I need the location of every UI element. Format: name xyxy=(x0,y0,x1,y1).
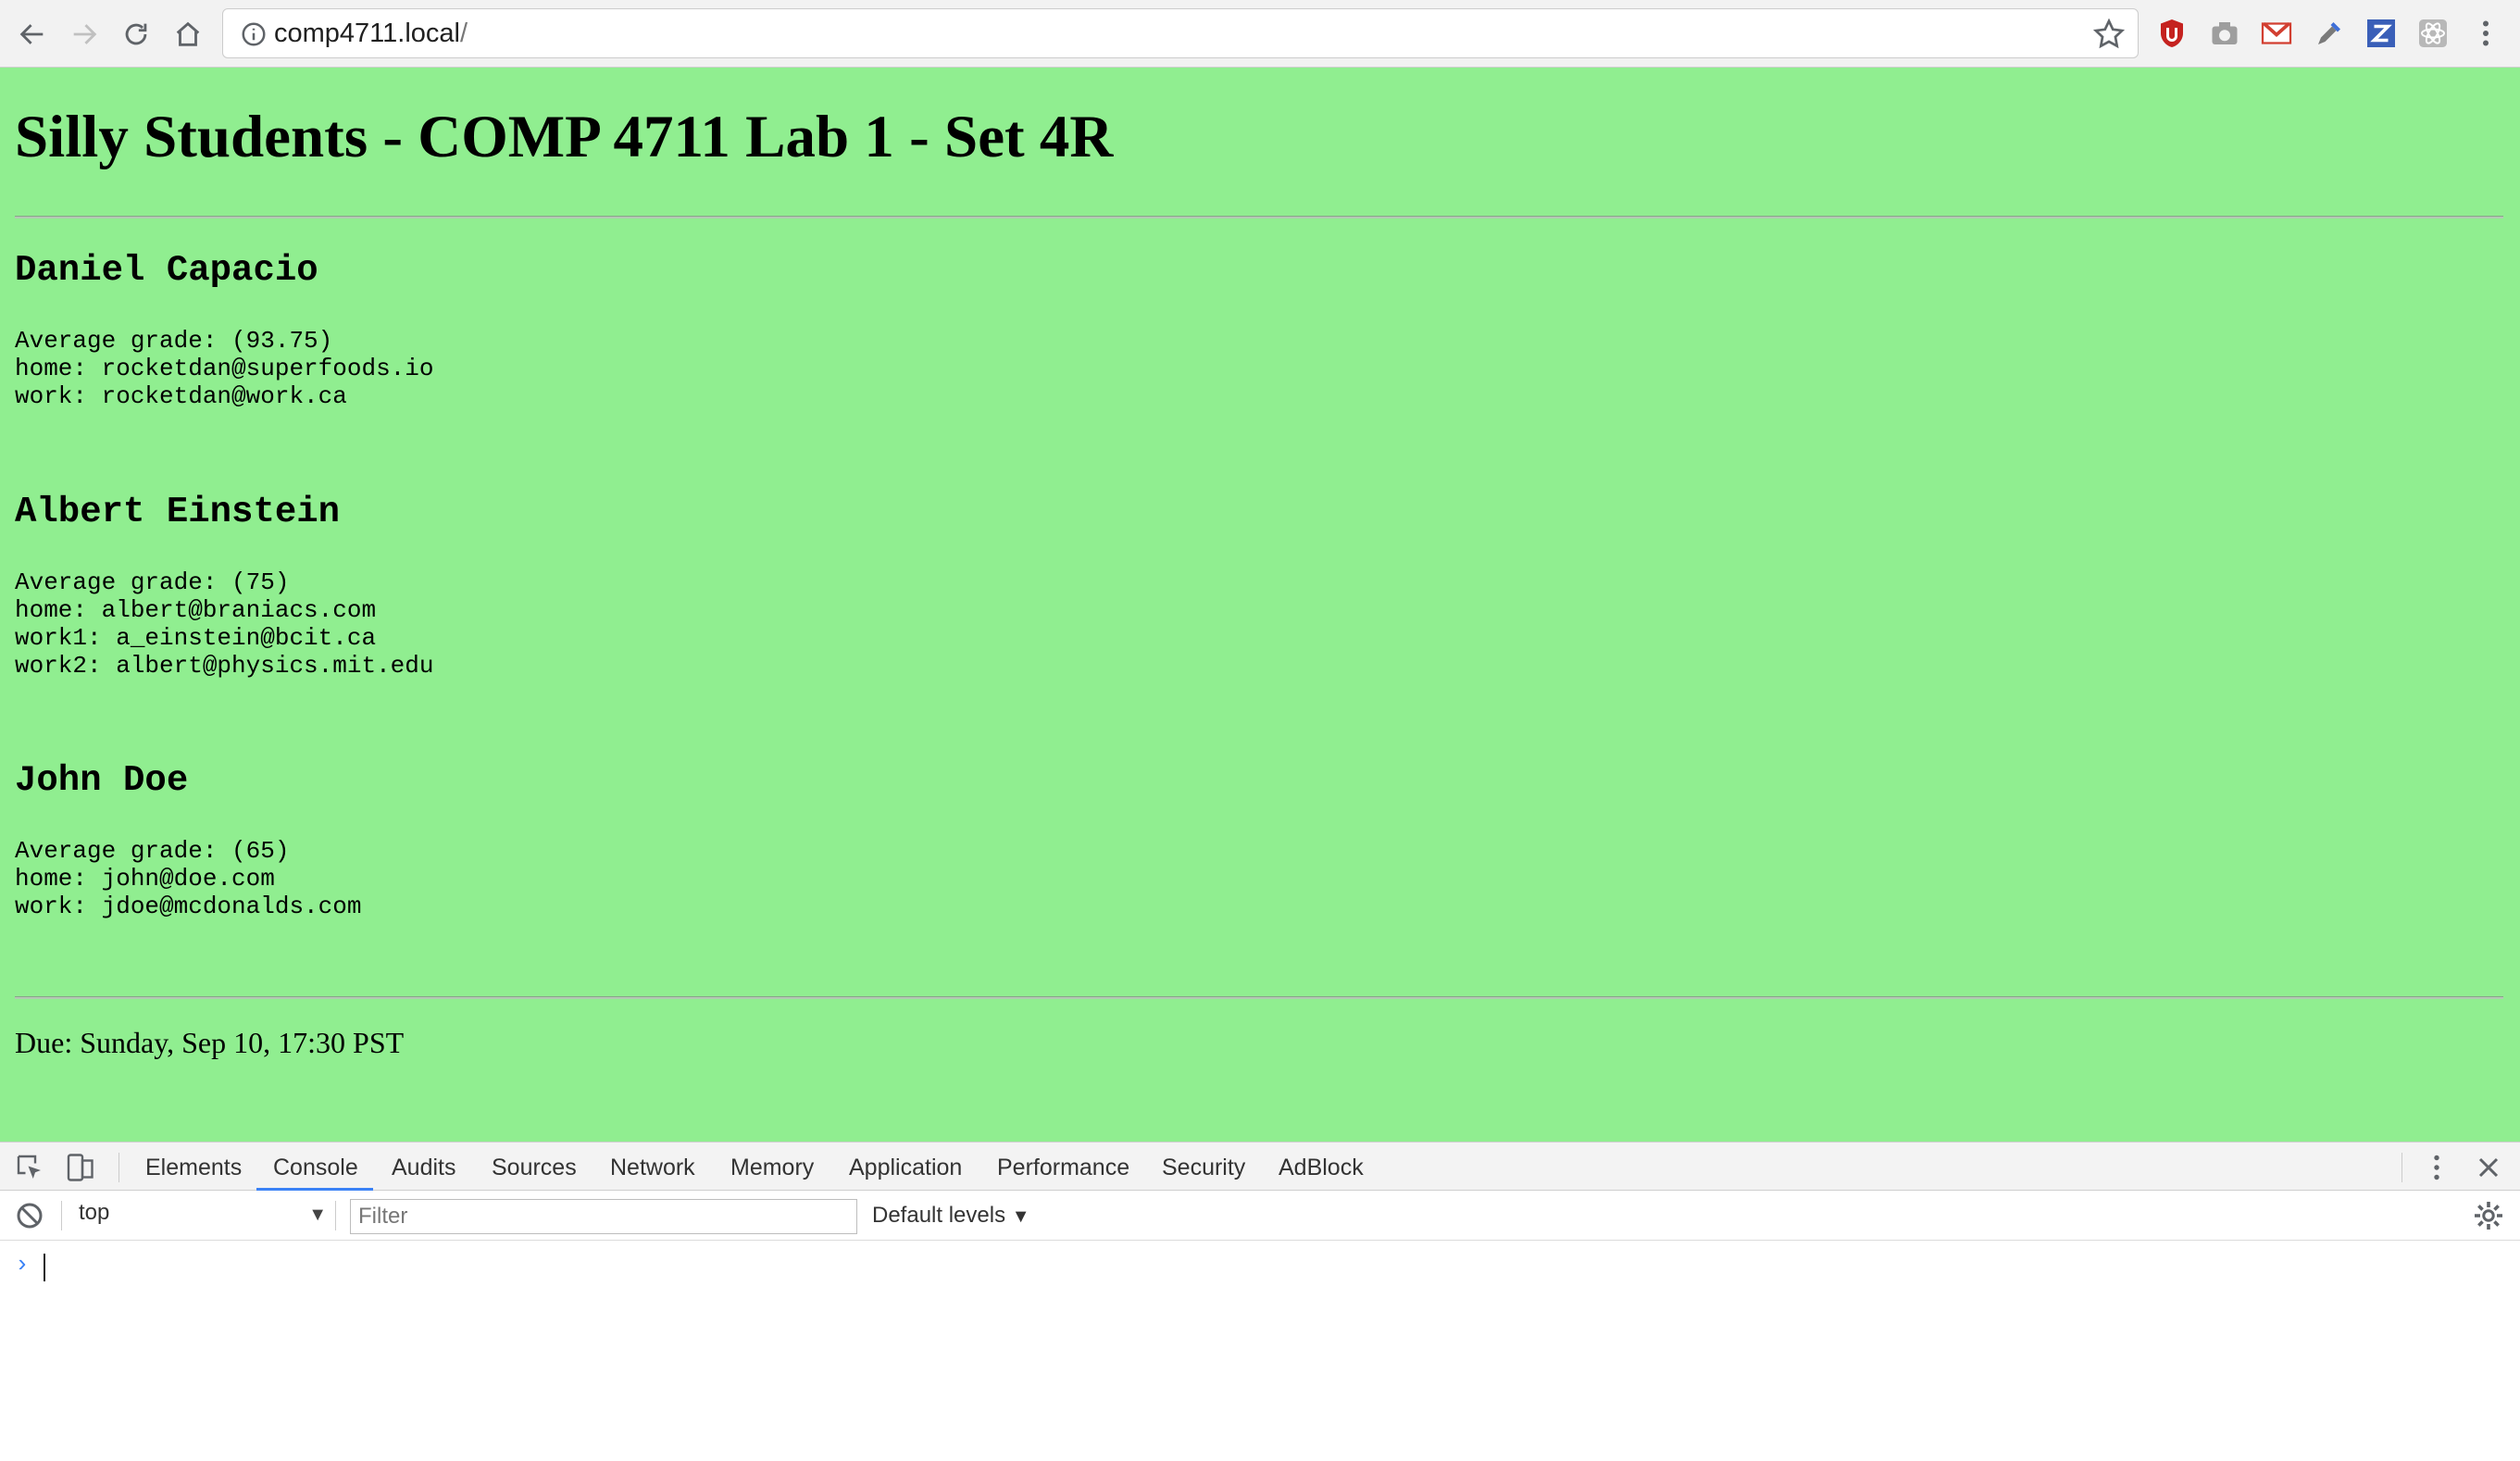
arrow-left-icon xyxy=(19,24,44,44)
ublock-extension-icon[interactable] xyxy=(2154,16,2189,51)
context-selector[interactable]: top ▼ xyxy=(79,1200,327,1231)
student-card: Daniel Capacio Average grade: (93.75) ho… xyxy=(15,249,433,410)
back-button[interactable] xyxy=(9,11,56,57)
tab-audits[interactable]: Audits xyxy=(392,1155,455,1181)
console-filter-bar: top ▼ Default levels ▼ xyxy=(0,1191,2520,1241)
due-date: Due: Sunday, Sep 10, 17:30 PST xyxy=(15,1026,405,1059)
devtools-menu-icon[interactable] xyxy=(2420,1151,2453,1184)
console-output[interactable]: › xyxy=(0,1241,2520,1461)
toolbar-separator xyxy=(2401,1153,2402,1182)
address-bar[interactable]: comp4711.local/ xyxy=(222,8,2139,58)
devtools-tab-bar: Elements Console Audits Sources Network … xyxy=(0,1142,2520,1192)
vertical-dots-icon xyxy=(2483,20,2489,46)
tab-adblock[interactable]: AdBlock xyxy=(1279,1155,1364,1181)
forward-button[interactable] xyxy=(61,11,107,57)
tab-application[interactable]: Application xyxy=(849,1155,962,1181)
bookmark-star-icon[interactable] xyxy=(2091,17,2127,52)
student-name: Albert Einstein xyxy=(15,492,341,532)
page-title: Silly Students - COMP 4711 Lab 1 - Set 4… xyxy=(15,104,1114,170)
dropdown-triangle-icon: ▼ xyxy=(1011,1206,1030,1227)
tab-memory[interactable]: Memory xyxy=(730,1155,814,1181)
camera-extension-icon[interactable] xyxy=(2207,16,2242,51)
student-name: Daniel Capacio xyxy=(15,250,318,291)
console-prompt-icon: › xyxy=(15,1251,30,1279)
log-levels-dropdown[interactable]: Default levels ▼ xyxy=(872,1203,1030,1229)
zotero-extension-icon[interactable] xyxy=(2364,16,2399,51)
url-text: comp4711.local/ xyxy=(274,19,468,48)
info-icon[interactable] xyxy=(240,20,268,48)
clear-console-icon[interactable] xyxy=(13,1199,46,1232)
tab-console[interactable]: Console xyxy=(273,1155,358,1181)
reload-button[interactable] xyxy=(113,11,159,57)
student-name: John Doe xyxy=(15,760,189,801)
student-email: home: john@doe.com xyxy=(15,865,275,893)
console-input-caret xyxy=(44,1254,45,1281)
tab-performance[interactable]: Performance xyxy=(997,1155,1129,1181)
tab-sources[interactable]: Sources xyxy=(492,1155,577,1181)
reload-icon xyxy=(125,23,147,45)
bottom-divider xyxy=(15,996,2503,999)
student-grade: Average grade: (93.75) xyxy=(15,327,333,355)
browser-menu-button[interactable] xyxy=(2468,16,2503,51)
dropdown-triangle-icon: ▼ xyxy=(308,1205,327,1225)
student-email: home: albert@braniacs.com xyxy=(15,596,377,624)
log-levels-label: Default levels xyxy=(872,1203,1006,1228)
gear-icon[interactable] xyxy=(2472,1199,2505,1232)
student-email: work: jdoe@mcdonalds.com xyxy=(15,893,362,920)
tab-security[interactable]: Security xyxy=(1162,1155,1245,1181)
home-button[interactable] xyxy=(165,11,211,57)
student-email: work1: a_einstein@bcit.ca xyxy=(15,624,377,652)
student-email: work2: albert@physics.mit.edu xyxy=(15,652,434,680)
student-grade: Average grade: (75) xyxy=(15,568,290,596)
toolbar-separator xyxy=(335,1201,336,1230)
student-grade: Average grade: (65) xyxy=(15,837,290,865)
student-email: home: rocketdan@superfoods.io xyxy=(15,355,434,382)
devtools-panel: Elements Console Audits Sources Network … xyxy=(0,1142,2520,1461)
close-icon[interactable] xyxy=(2472,1151,2505,1184)
browser-toolbar: comp4711.local/ xyxy=(0,0,2520,68)
context-selector-value: top xyxy=(79,1200,110,1225)
tab-network[interactable]: Network xyxy=(610,1155,695,1181)
inspect-element-icon[interactable] xyxy=(13,1151,46,1184)
device-toolbar-icon[interactable] xyxy=(63,1151,96,1184)
student-email: work: rocketdan@work.ca xyxy=(15,382,347,410)
tab-elements[interactable]: Elements xyxy=(145,1155,242,1181)
top-divider xyxy=(15,216,2503,219)
page-content: Silly Students - COMP 4711 Lab 1 - Set 4… xyxy=(0,68,2520,1142)
home-icon xyxy=(176,21,200,46)
arrow-right-icon xyxy=(73,24,97,44)
react-devtools-extension-icon[interactable] xyxy=(2415,16,2451,51)
filter-input[interactable] xyxy=(350,1199,857,1234)
student-card: Albert Einstein Average grade: (75) home… xyxy=(15,491,433,680)
student-card: John Doe Average grade: (65) home: john@… xyxy=(15,759,361,920)
toolbar-separator xyxy=(61,1201,62,1230)
eyedropper-extension-icon[interactable] xyxy=(2312,16,2347,51)
gmail-extension-icon[interactable] xyxy=(2259,16,2294,51)
